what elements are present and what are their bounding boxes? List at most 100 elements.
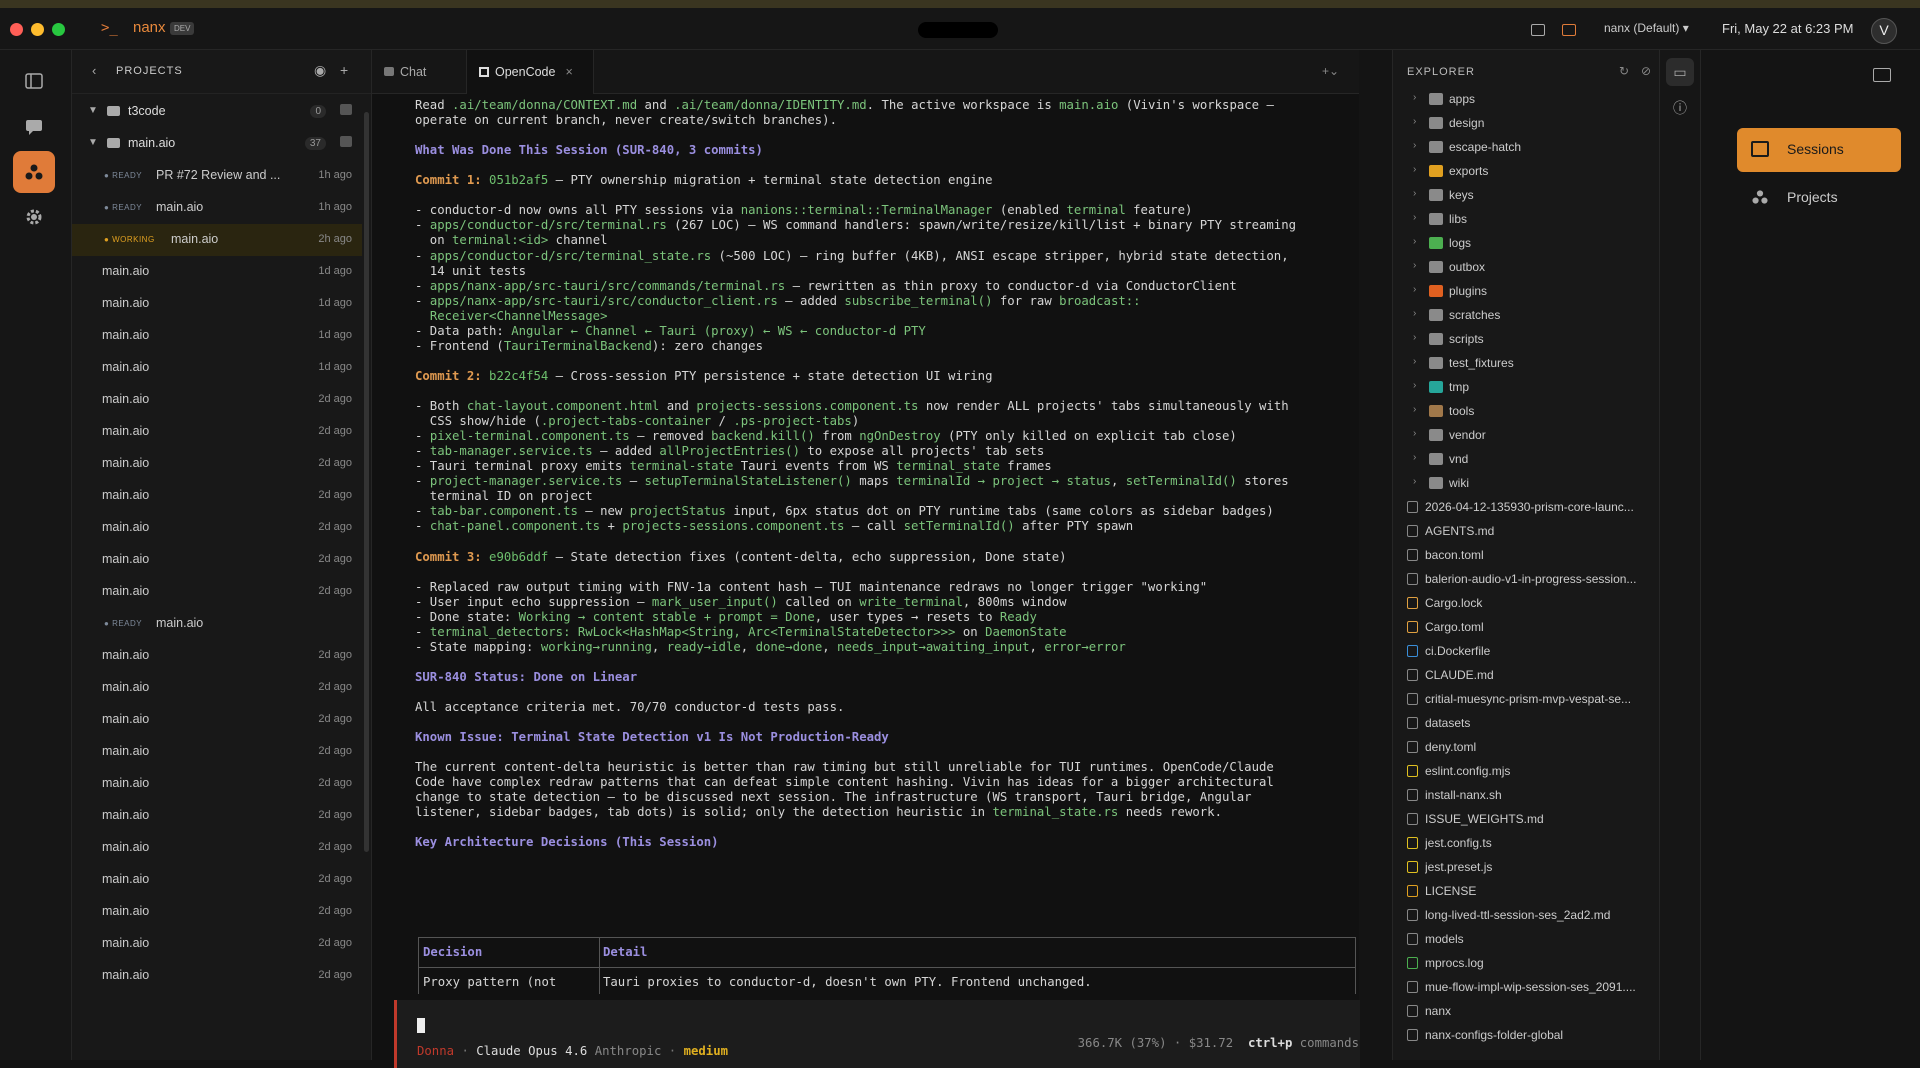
- chevron-right-icon[interactable]: ›: [1413, 236, 1416, 247]
- sidebar-toggle-icon[interactable]: [13, 60, 55, 102]
- info-icon[interactable]: ⓘ: [1666, 94, 1694, 122]
- file-item[interactable]: mue-flow-impl-wip-session-ses_2091....: [1393, 976, 1655, 1000]
- folder-item[interactable]: › escape-hatch: [1393, 136, 1655, 160]
- session-item[interactable]: main.aio 2d ago: [72, 448, 362, 480]
- toggle-right-panel-icon[interactable]: [1562, 24, 1576, 36]
- folder-item[interactable]: › scratches: [1393, 304, 1655, 328]
- chevron-right-icon[interactable]: ›: [1413, 380, 1416, 391]
- file-item[interactable]: ISSUE_WEIGHTS.md: [1393, 808, 1655, 832]
- folder-item[interactable]: › test_fixtures: [1393, 352, 1655, 376]
- new-tab-icon[interactable]: +⌄: [1322, 64, 1339, 78]
- session-item[interactable]: main.aio 2d ago: [72, 832, 362, 864]
- folder-item[interactable]: › outbox: [1393, 256, 1655, 280]
- avatar[interactable]: V: [1871, 18, 1897, 44]
- chevron-right-icon[interactable]: ›: [1413, 476, 1416, 487]
- folder-item[interactable]: › vnd: [1393, 448, 1655, 472]
- hide-icon[interactable]: ⊘: [1641, 64, 1651, 78]
- file-item[interactable]: install-nanx.sh: [1393, 784, 1655, 808]
- project-group[interactable]: ▼ t3code 0: [72, 96, 362, 128]
- file-item[interactable]: Cargo.lock: [1393, 592, 1655, 616]
- file-item[interactable]: nanx-configs-folder-global: [1393, 1024, 1655, 1048]
- file-item[interactable]: ci.Dockerfile: [1393, 640, 1655, 664]
- folder-item[interactable]: › exports: [1393, 160, 1655, 184]
- project-group[interactable]: ▼ main.aio 37: [72, 128, 362, 160]
- file-item[interactable]: long-lived-ttl-session-ses_2ad2.md: [1393, 904, 1655, 928]
- file-item[interactable]: CLAUDE.md: [1393, 664, 1655, 688]
- file-item[interactable]: bacon.toml: [1393, 544, 1655, 568]
- folder-item[interactable]: › plugins: [1393, 280, 1655, 304]
- session-item[interactable]: main.aio 2d ago: [72, 864, 362, 896]
- session-item[interactable]: main.aio 2d ago: [72, 960, 362, 992]
- chevron-right-icon[interactable]: ›: [1413, 308, 1416, 319]
- folder-item[interactable]: › wiki: [1393, 472, 1655, 496]
- file-item[interactable]: jest.preset.js: [1393, 856, 1655, 880]
- workspace-select[interactable]: nanx (Default) ▾: [1604, 21, 1689, 35]
- session-item[interactable]: main.aio 2d ago: [72, 928, 362, 960]
- effort-level[interactable]: medium: [684, 1044, 728, 1058]
- chevron-right-icon[interactable]: ›: [1413, 404, 1416, 415]
- chevron-right-icon[interactable]: ›: [1413, 428, 1416, 439]
- chevron-right-icon[interactable]: ›: [1413, 284, 1416, 295]
- folder-item[interactable]: › logs: [1393, 232, 1655, 256]
- file-item[interactable]: 2026-04-12-135930-prism-core-launc...: [1393, 496, 1655, 520]
- file-item[interactable]: nanx: [1393, 1000, 1655, 1024]
- folder-item[interactable]: › design: [1393, 112, 1655, 136]
- new-session-icon[interactable]: [340, 104, 352, 115]
- file-item[interactable]: models: [1393, 928, 1655, 952]
- session-item[interactable]: ● WORKING main.aio 2h ago: [72, 224, 362, 256]
- session-item[interactable]: main.aio 2d ago: [72, 640, 362, 672]
- session-item[interactable]: main.aio 1d ago: [72, 352, 362, 384]
- session-item[interactable]: ● READY PR #72 Review and ... 1h ago: [72, 160, 362, 192]
- session-item[interactable]: main.aio 2d ago: [72, 704, 362, 736]
- collapse-chevron-icon[interactable]: ‹: [92, 63, 96, 78]
- session-item[interactable]: main.aio 1d ago: [72, 320, 362, 352]
- file-item[interactable]: AGENTS.md: [1393, 520, 1655, 544]
- folder-item[interactable]: › tools: [1393, 400, 1655, 424]
- minimize-window-button[interactable]: [31, 23, 44, 36]
- globe-icon[interactable]: ◉: [314, 62, 326, 79]
- model-name[interactable]: Claude Opus 4.6: [476, 1044, 587, 1058]
- expand-chevron-icon[interactable]: ▼: [88, 137, 98, 148]
- tab-opencode[interactable]: OpenCode ×: [466, 50, 594, 94]
- folder-item[interactable]: › apps: [1393, 88, 1655, 112]
- settings-gear-icon[interactable]: [13, 196, 55, 238]
- folder-item[interactable]: › vendor: [1393, 424, 1655, 448]
- new-session-icon[interactable]: [340, 136, 352, 147]
- session-item[interactable]: main.aio 2d ago: [72, 736, 362, 768]
- folder-icon[interactable]: ▭: [1666, 58, 1694, 86]
- chevron-right-icon[interactable]: ›: [1413, 356, 1416, 367]
- zoom-window-button[interactable]: [52, 23, 65, 36]
- file-item[interactable]: LICENSE: [1393, 880, 1655, 904]
- chevron-right-icon[interactable]: ›: [1413, 188, 1416, 199]
- projects-icon[interactable]: [13, 151, 55, 193]
- close-window-button[interactable]: [10, 23, 23, 36]
- refresh-icon[interactable]: ↻: [1619, 64, 1629, 78]
- folder-item[interactable]: › scripts: [1393, 328, 1655, 352]
- session-item[interactable]: main.aio 2d ago: [72, 480, 362, 512]
- folder-item[interactable]: › keys: [1393, 184, 1655, 208]
- chevron-right-icon[interactable]: ›: [1413, 452, 1416, 463]
- terminal-output[interactable]: Decision Detail Proxy pattern (not Tauri…: [372, 94, 1359, 994]
- file-item[interactable]: critial-muesync-prism-mvp-vespat-se...: [1393, 688, 1655, 712]
- session-item[interactable]: main.aio 1d ago: [72, 256, 362, 288]
- projects-scrollbar[interactable]: [364, 112, 369, 852]
- session-item[interactable]: main.aio 2d ago: [72, 800, 362, 832]
- sessions-button[interactable]: Sessions: [1737, 128, 1901, 172]
- chevron-right-icon[interactable]: ›: [1413, 92, 1416, 103]
- session-item[interactable]: main.aio 2d ago: [72, 416, 362, 448]
- prompt-input[interactable]: Donna · Claude Opus 4.6 Anthropic · medi…: [394, 1000, 1360, 1068]
- chevron-right-icon[interactable]: ›: [1413, 140, 1416, 151]
- tab-chat[interactable]: Chat: [372, 50, 466, 94]
- session-item[interactable]: main.aio 2d ago: [72, 384, 362, 416]
- session-item[interactable]: main.aio 2d ago: [72, 576, 362, 608]
- session-item[interactable]: main.aio 1d ago: [72, 288, 362, 320]
- session-item[interactable]: main.aio 2d ago: [72, 512, 362, 544]
- file-item[interactable]: balerion-audio-v1-in-progress-session...: [1393, 568, 1655, 592]
- file-item[interactable]: jest.config.ts: [1393, 832, 1655, 856]
- file-item[interactable]: deny.toml: [1393, 736, 1655, 760]
- session-item[interactable]: main.aio 2d ago: [72, 768, 362, 800]
- shortcut-label[interactable]: commands: [1300, 1036, 1359, 1050]
- file-item[interactable]: datasets: [1393, 712, 1655, 736]
- session-item[interactable]: main.aio 2d ago: [72, 544, 362, 576]
- chevron-right-icon[interactable]: ›: [1413, 332, 1416, 343]
